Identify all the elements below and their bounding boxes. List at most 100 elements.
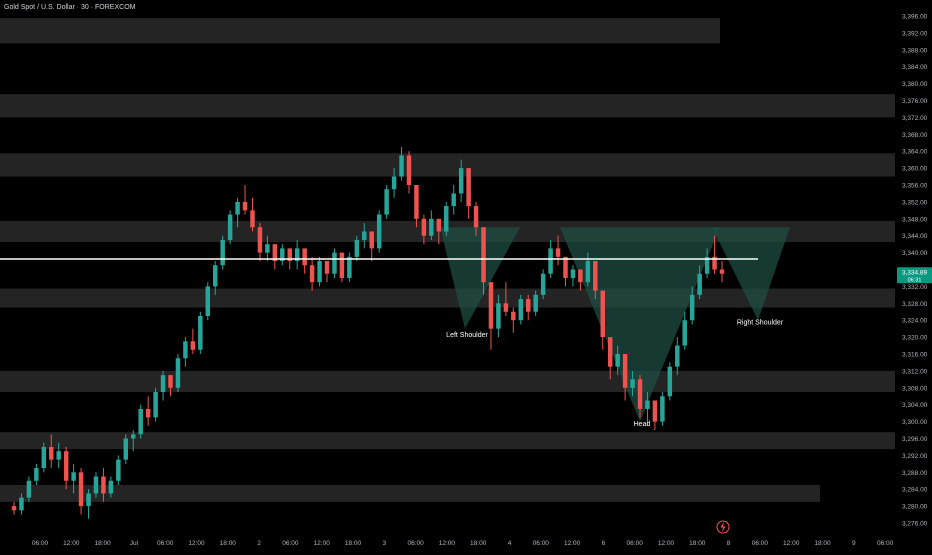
candle-body[interactable] [682,320,687,346]
candle-body[interactable] [19,497,24,511]
candle-body[interactable] [369,231,374,249]
candle-body[interactable] [198,315,203,350]
candle-body[interactable] [131,434,136,439]
candle-body[interactable] [63,451,69,481]
candle-body[interactable] [414,185,419,219]
candle-body[interactable] [86,493,91,507]
candle-body[interactable] [212,265,218,287]
candle-body[interactable] [563,256,568,278]
candle-body[interactable] [339,252,345,278]
candle-body[interactable] [138,408,143,435]
candle-body[interactable] [116,459,121,481]
candle-body[interactable] [391,176,397,190]
candle-body[interactable] [145,408,151,418]
candle-body[interactable] [302,248,307,266]
candle-body[interactable] [689,294,695,321]
candle-body[interactable] [376,214,382,249]
candle-body[interactable] [168,375,173,388]
candle-body[interactable] [406,155,412,185]
candle-body[interactable] [41,446,47,469]
candle-body[interactable] [697,273,702,295]
candle-body[interactable] [421,218,427,236]
candle-body[interactable] [227,214,233,240]
candle-body[interactable] [108,480,114,494]
candle-body[interactable] [235,201,240,215]
candle-body[interactable] [473,206,479,228]
candle-body[interactable] [607,337,613,367]
candle-body[interactable] [451,193,456,207]
candle-body[interactable] [622,354,628,388]
candle-body[interactable] [466,168,471,207]
candle-body[interactable] [570,269,576,278]
candle-body[interactable] [384,189,389,215]
candle-body[interactable] [399,155,404,177]
candle-body[interactable] [265,244,270,253]
supply-demand-zone[interactable] [0,484,820,502]
candle-body[interactable] [488,282,494,329]
candle-body[interactable] [93,476,99,494]
candle-body[interactable] [205,286,211,316]
candle-body[interactable] [630,379,635,388]
candle-body[interactable] [160,375,166,393]
candle-body[interactable] [660,396,665,422]
lightning-logo-icon[interactable] [716,520,730,534]
supply-demand-zone[interactable] [0,94,895,118]
candle-body[interactable] [555,248,561,257]
candle-body[interactable] [429,218,434,236]
candle-body[interactable] [585,261,591,283]
candle-body[interactable] [458,168,464,194]
candle-body[interactable] [11,506,17,511]
candle-body[interactable] [615,354,620,367]
candle-body[interactable] [540,273,546,295]
candle-body[interactable] [347,256,352,278]
candle-body[interactable] [518,299,524,321]
candle-body[interactable] [317,261,322,283]
candle-body[interactable] [645,400,650,409]
candle-body[interactable] [101,476,106,494]
candle-body[interactable] [578,269,583,283]
candle-body[interactable] [250,210,255,228]
supply-demand-zone[interactable] [0,153,895,177]
candle-body[interactable] [257,227,263,253]
candle-body[interactable] [481,227,486,283]
candle-body[interactable] [548,248,553,274]
candle-body[interactable] [533,294,538,312]
candle-body[interactable] [354,239,360,257]
candle-body[interactable] [675,345,680,367]
candle-body[interactable] [309,265,315,283]
candle-body[interactable] [78,472,84,507]
candle-body[interactable] [242,201,248,211]
candlestick-chart[interactable]: Left Shoulder Head Right Shoulder 3,396.00… [0,0,932,550]
candle-body[interactable] [183,341,188,359]
candle-body[interactable] [175,358,181,388]
candle-body[interactable] [652,400,658,422]
candle-body[interactable] [593,261,598,291]
candle-body[interactable] [123,438,129,460]
candle-body[interactable] [719,269,725,274]
candle-body[interactable] [503,303,509,312]
left-shoulder-triangle[interactable] [440,227,520,329]
candle-body[interactable] [56,451,61,460]
candle-body[interactable] [436,218,442,232]
candle-body[interactable] [190,341,196,350]
candle-body[interactable] [324,261,330,274]
candle-body[interactable] [220,239,225,266]
symbol-title[interactable]: Gold Spot / U.S. Dollar · 30 · FOREXCOM [4,4,135,11]
candle-body[interactable] [525,299,531,312]
candle-body[interactable] [34,468,39,481]
candle-body[interactable] [667,366,673,397]
candle-body[interactable] [362,231,367,240]
candle-body[interactable] [49,446,54,460]
candle-body[interactable] [444,206,449,232]
candle-body[interactable] [332,252,337,274]
candle-body[interactable] [600,290,605,338]
candle-body[interactable] [637,379,643,409]
supply-demand-zone[interactable] [0,370,895,393]
supply-demand-zone[interactable] [0,18,720,44]
candle-body[interactable] [153,392,158,418]
candle-body[interactable] [496,303,501,329]
candle-body[interactable] [26,480,32,498]
candle-body[interactable] [511,311,516,321]
candle-body[interactable] [71,472,76,481]
time-axis[interactable]: 06:00 12:00 18:00 Jul 06:00 12:00 18:00 2 06:00 1… [32,540,894,547]
